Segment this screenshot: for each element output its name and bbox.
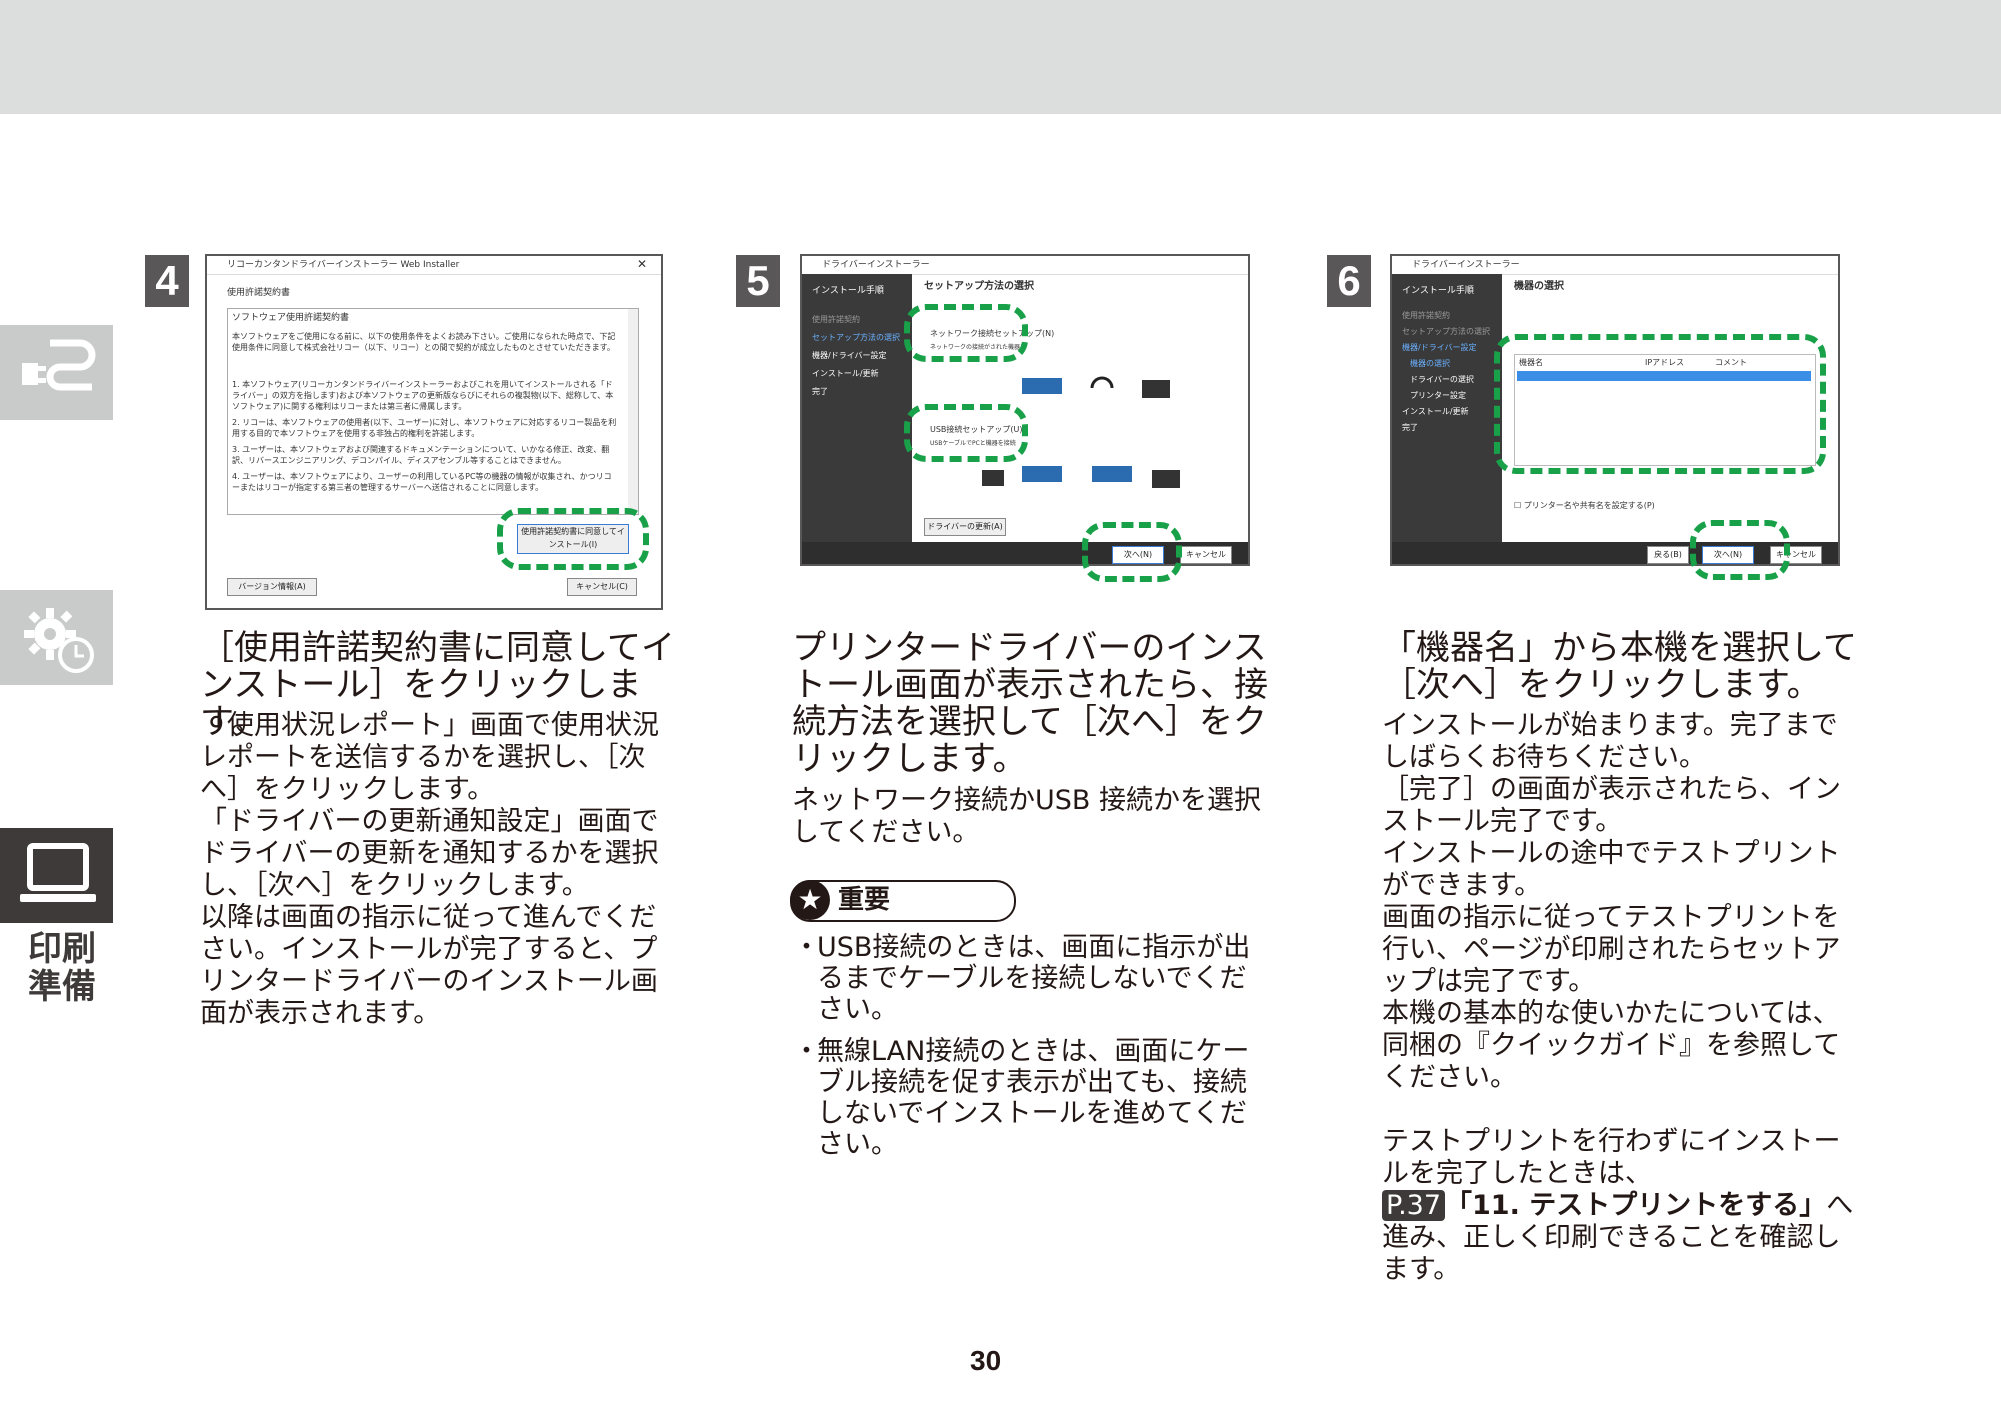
page-ref-title[interactable]: 「11. テストプリントをする」 xyxy=(1445,1190,1826,1221)
highlight-agree xyxy=(497,508,649,570)
driver-update-button[interactable]: ドライバーの更新(A) xyxy=(924,518,1006,536)
nav-item-1: 使用許諾契約 xyxy=(812,315,860,324)
window-title: ドライバーインストーラー xyxy=(1392,256,1838,275)
important-label: 重要 xyxy=(838,885,891,915)
main-heading: 機器の選択 xyxy=(1514,281,1564,292)
steps-nav: インストール手順 使用許諾契約 セットアップ方法の選択 機器/ドライバー設定 イ… xyxy=(802,274,912,542)
step-number-6: 6 xyxy=(1327,255,1371,307)
license-paragraph-3: 2. リコーは、本ソフトウェアの使用者(以下、ユーザー)に対し、本ソフトウェアに… xyxy=(232,418,617,438)
device-select-screenshot: ドライバーインストーラー インストール手順 使用許諾契約 セットアップ方法の選択… xyxy=(1390,254,1840,566)
sidebar-tab-settings[interactable] xyxy=(0,590,113,685)
nav-item-5: ドライバーの選択 xyxy=(1410,375,1474,384)
step6-body-para-3: インストールの途中でテストプリントができます。 xyxy=(1382,838,1841,901)
nav-item-4: インストール/更新 xyxy=(812,369,879,378)
sidebar-tab-connection[interactable] xyxy=(0,325,113,420)
back-button[interactable]: 戻る(B) xyxy=(1647,546,1689,564)
nav-heading: インストール手順 xyxy=(1402,286,1474,296)
nav-item-8: 完了 xyxy=(1402,423,1418,432)
nav-item-7: インストール/更新 xyxy=(1402,407,1469,416)
nav-item-3: 機器/ドライバー設定 xyxy=(1402,343,1477,352)
plug-cable-icon xyxy=(22,339,96,391)
nav-item-5: 完了 xyxy=(812,387,828,396)
header-band xyxy=(0,0,2001,114)
sidebar-section-label: 印刷 準備 xyxy=(28,929,96,1007)
license-dialog-screenshot: リコーカンタンドライバーインストーラー Web Installer ✕ 使用許諾… xyxy=(205,254,663,610)
section-heading: 使用許諾契約書 xyxy=(227,288,291,298)
nav-item-3: 機器/ドライバー設定 xyxy=(812,351,887,360)
step6-note: テストプリントを行わずにインストールを完了したときは、 P.37 「11. テスト… xyxy=(1382,1126,1854,1285)
sidebar-tab-print-prep[interactable] xyxy=(0,828,113,923)
highlight-device-list xyxy=(1494,334,1826,474)
step6-body-para-4: 画面の指示に従ってテストプリントを行い、ページが印刷されたらセットアップは完了で… xyxy=(1382,902,1841,997)
step5-body: ネットワーク接続かUSB 接続かを選択してください。 xyxy=(792,785,1262,848)
step6-body: インストールが始まります。完了までしばらくお待ちください。 ［完了］の画面が表示… xyxy=(1382,710,1860,1286)
license-paragraph-4: 3. ユーザーは、本ソフトウェアおよび関連するドキュメンテーションについて、いか… xyxy=(232,445,610,465)
nav-item-4: 機器の選択 xyxy=(1410,359,1450,368)
step6-body-para-1: インストールが始まります。完了までしばらくお待ちください。 xyxy=(1382,710,1838,773)
step5-title: プリンタードライバーのインストール画面が表示されたら、接続方法を選択して［次へ］… xyxy=(792,628,1268,779)
step4-body-para-2: 「ドライバーの更新通知設定」画面でドライバーの更新を通知するかを選択し、［次へ］… xyxy=(200,806,659,901)
version-info-button[interactable]: バージョン情報(A) xyxy=(227,578,317,596)
highlight-usb xyxy=(904,404,1028,462)
page-ref-badge[interactable]: P.37 xyxy=(1382,1190,1446,1221)
step6-title: 「機器名」から本機を選択して［次へ］をクリックします。 xyxy=(1382,628,1857,705)
license-paragraph-2: 1. 本ソフトウェア(リコーカンタンドライバーインストーラーおよびこれを用いてイ… xyxy=(232,380,614,411)
step-number-5: 5 xyxy=(736,255,780,307)
page-number: 30 xyxy=(970,1345,1002,1376)
license-text-box: ソフトウェア使用許諾契約書 本ソフトウェアをご使用になる前に、以下の使用条件をよ… xyxy=(227,308,639,515)
important-item-1: ・ USB接続のときは、画面に指示が出るまでケーブルを接続しないでください。 xyxy=(793,932,1251,1025)
usb-printer-icon xyxy=(982,466,1180,488)
step4-body-para-3: 以降は画面の指示に従って進んでください。インストールが完了すると、プリンタードラ… xyxy=(200,902,658,1029)
license-box-title: ソフトウェア使用許諾契約書 xyxy=(232,313,350,323)
laptop-icon xyxy=(20,843,96,902)
star-icon: ★ xyxy=(790,880,830,920)
cancel-button[interactable]: キャンセル(C) xyxy=(567,578,637,596)
main-heading: セットアップ方法の選択 xyxy=(924,281,1034,292)
nav-item-1: 使用許諾契約 xyxy=(1402,311,1450,320)
gear-clock-icon xyxy=(24,608,94,673)
close-icon: ✕ xyxy=(637,257,648,271)
steps-nav: インストール手順 使用許諾契約 セットアップ方法の選択 機器/ドライバー設定 機… xyxy=(1392,274,1502,542)
highlight-next xyxy=(1690,520,1790,580)
step6-body-para-5: 本機の基本的な使いかたについては、同梱の『クイックガイド』を参照してください。 xyxy=(1382,998,1841,1093)
printer-name-checkbox[interactable]: ☐ プリンター名や共有名を設定する(P) xyxy=(1514,500,1655,511)
cancel-button[interactable]: キャンセル(C) xyxy=(1180,546,1232,564)
window-title: ドライバーインストーラー xyxy=(802,256,1248,275)
window-title: リコーカンタンドライバーインストーラー Web Installer xyxy=(207,256,661,275)
important-item-2: ・無線LAN接続のときは、画面にケーブル接続を促す表示が出ても、接続しないでイン… xyxy=(793,1036,1250,1160)
setup-method-screenshot: ドライバーインストーラー インストール手順 使用許諾契約 セットアップ方法の選択… xyxy=(800,254,1250,566)
nav-heading: インストール手順 xyxy=(812,286,884,296)
step-number-4: 4 xyxy=(145,255,189,307)
network-printer-icon xyxy=(1022,376,1170,398)
nav-item-2: セットアップ方法の選択 xyxy=(812,333,900,342)
step6-body-para-2: ［完了］の画面が表示されたら、インストール完了です。 xyxy=(1382,774,1841,837)
highlight-next xyxy=(1082,522,1182,582)
nav-item-6: プリンター設定 xyxy=(1410,391,1466,400)
license-paragraph-1: 本ソフトウェアをご使用になる前に、以下の使用条件をよくお読み下さい。ご使用になら… xyxy=(232,332,616,352)
scrollbar[interactable] xyxy=(628,309,638,514)
highlight-network xyxy=(904,304,1028,362)
important-callout: ★ 重要 xyxy=(790,880,1016,922)
step4-body-para-1: 「使用状況レポート」画面で使用状況レポートを送信するかを選択し、［次へ］をクリッ… xyxy=(200,710,659,805)
step4-body: 「使用状況レポート」画面で使用状況レポートを送信するかを選択し、［次へ］をクリッ… xyxy=(200,710,678,1030)
nav-item-2: セットアップ方法の選択 xyxy=(1402,327,1490,336)
license-paragraph-5: 4. ユーザーは、本ソフトウェアにより、ユーザーの利用しているPC等の機器の情報… xyxy=(232,472,612,492)
